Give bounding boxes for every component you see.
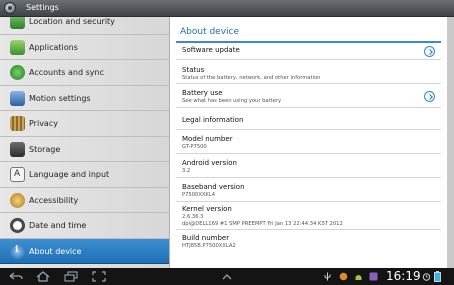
kernel-version-line1: 2.6.36.3 — [182, 214, 204, 220]
app-title: Settings — [26, 3, 59, 12]
sidebar-item-label: Storage — [29, 144, 61, 154]
motion-icon — [10, 90, 25, 106]
sidebar-item-motion[interactable]: Motion settings — [0, 86, 170, 111]
sync-icon — [10, 65, 25, 80]
kernel-version-title: Kernel version — [182, 205, 232, 213]
sidebar-item-accounts-sync[interactable]: Accounts and sync — [0, 60, 170, 86]
gallery-icon — [369, 272, 378, 281]
model-number-item: Model number GT-P7500 — [176, 130, 441, 154]
sidebar-item-label: Applications — [29, 42, 78, 52]
android-version-value: 3.2 — [182, 168, 191, 174]
android-version-item[interactable]: Android version 3.2 — [176, 154, 441, 178]
system-bar: 16:19 — [0, 268, 454, 285]
settings-sidebar: Location and security Applications Accou… — [0, 17, 170, 268]
privacy-icon — [10, 116, 25, 131]
sidebar-item-label: Location and security — [29, 17, 115, 26]
action-bar: Settings — [0, 0, 454, 17]
battery-icon — [434, 271, 441, 282]
usb-icon — [324, 272, 331, 281]
recent-apps-icon[interactable] — [63, 271, 79, 282]
model-number-title: Model number — [182, 135, 233, 143]
settings-gear-icon[interactable] — [4, 2, 16, 14]
chevron-up-icon[interactable] — [219, 271, 235, 282]
storage-icon — [10, 141, 25, 157]
baseband-version-value: P7500XXKL4 — [182, 192, 216, 198]
back-icon[interactable] — [8, 271, 24, 282]
sidebar-item-privacy[interactable]: Privacy — [0, 111, 170, 137]
sidebar-item-label: Privacy — [29, 119, 58, 128]
language-icon: A — [10, 167, 25, 182]
sidebar-item-label: About device — [29, 246, 82, 256]
sidebar-item-label: Motion settings — [29, 93, 91, 103]
sidebar-item-applications[interactable]: Applications — [0, 35, 170, 60]
sidebar-item-label: Accounts and sync — [29, 68, 104, 77]
status-title: Status — [182, 66, 205, 74]
baseband-version-title: Baseband version — [182, 183, 245, 191]
screenshot-icon[interactable] — [91, 271, 107, 282]
settings-screen: Settings Location and security Applicati… — [0, 0, 454, 285]
build-number-value: HTJ85B.P7500XXLA2 — [182, 243, 236, 249]
sidebar-item-label: Accessibility — [29, 195, 79, 205]
info-icon: i — [10, 243, 25, 259]
location-shield-icon — [10, 17, 25, 29]
clock-icon — [10, 218, 25, 233]
chevron-right-icon — [424, 46, 435, 57]
sidebar-item-storage[interactable]: Storage — [0, 137, 170, 162]
battery-use-subtitle: See what has been using your battery — [182, 98, 282, 104]
status-subtitle: Status of the battery, network, and othe… — [182, 75, 321, 81]
baseband-version-item: Baseband version P7500XXKL4 — [176, 178, 441, 202]
software-update-title: Software update — [182, 46, 240, 54]
status-item[interactable]: Status Status of the battery, network, a… — [176, 60, 441, 84]
panel-edge — [447, 17, 454, 268]
chevron-right-icon — [424, 91, 435, 102]
kernel-version-item: Kernel version 2.6.36.3 dpi@DELL169 #1 S… — [176, 202, 441, 230]
battery-use-title: Battery use — [182, 89, 223, 97]
page-title: About device — [180, 27, 240, 37]
alarm-icon — [422, 273, 431, 281]
build-number-title: Build number — [182, 234, 230, 242]
sidebar-item-accessibility[interactable]: Accessibility — [0, 188, 170, 213]
software-update-item[interactable]: Software update — [176, 43, 441, 60]
home-icon[interactable] — [35, 271, 51, 282]
sidebar-item-label: Date and time — [29, 221, 87, 230]
build-number-item: Build number HTJ85B.P7500XXLA2 — [176, 230, 441, 254]
applications-icon — [10, 39, 25, 55]
accessibility-icon — [10, 192, 25, 208]
legal-information-title: Legal information — [182, 116, 244, 124]
battery-use-item[interactable]: Battery use See what has been using your… — [176, 84, 441, 108]
android-version-title: Android version — [182, 159, 237, 167]
notification-icon — [339, 272, 348, 281]
android-debug-icon — [355, 275, 362, 280]
sidebar-item-location-security[interactable]: Location and security — [0, 17, 170, 35]
status-time: 16:19 — [386, 269, 421, 283]
kernel-version-line2: dpi@DELL169 #1 SMP PREEMPT Fri Jan 13 22… — [182, 221, 343, 227]
sidebar-item-label: Language and input — [29, 170, 110, 179]
sidebar-item-language-input[interactable]: A Language and input — [0, 162, 170, 188]
sidebar-item-about-device[interactable]: i About device — [0, 238, 170, 264]
about-device-panel: About device Software update Status Stat… — [170, 17, 447, 268]
model-number-value: GT-P7500 — [182, 144, 207, 150]
sidebar-item-date-time[interactable]: Date and time — [0, 213, 170, 239]
legal-information-item[interactable]: Legal information — [176, 108, 441, 130]
